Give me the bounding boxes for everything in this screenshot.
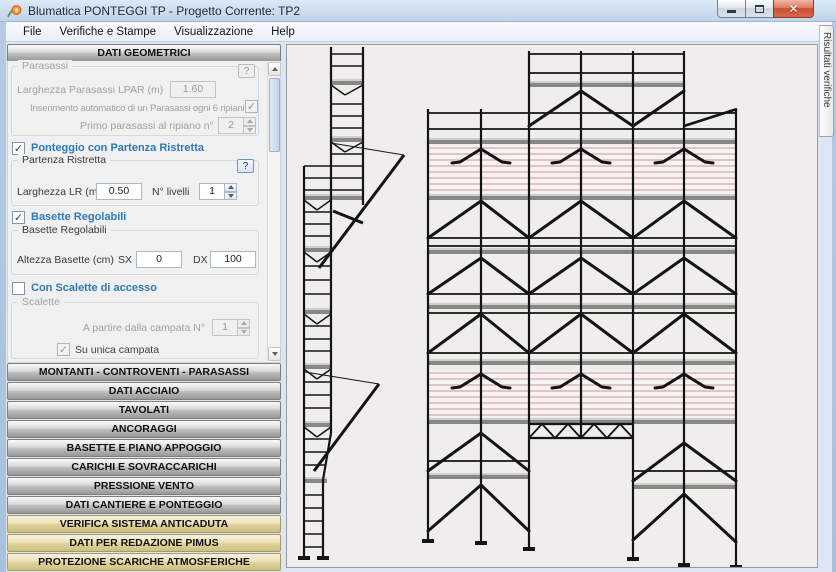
inserimento-automatico-label: Inserimento automatico di un Parasassi o… — [30, 103, 242, 114]
campata-value: 1 — [212, 319, 238, 336]
scalette-accesso-checkbox[interactable] — [12, 282, 25, 295]
primo-parasassi-label: Primo parasassi al ripiano n° — [80, 120, 212, 132]
scroll-up-icon — [272, 67, 278, 71]
larghezza-lr-field[interactable]: 0.50 — [96, 183, 142, 200]
section-verifica-sistema-anticaduta[interactable]: VERIFICA SISTEMA ANTICADUTA — [7, 515, 281, 533]
stepper-up-icon — [244, 117, 256, 126]
scroll-up-button[interactable] — [268, 62, 281, 76]
section-tavolati[interactable]: TAVOLATI — [7, 401, 281, 419]
dx-field[interactable]: 100 — [210, 251, 256, 268]
close-button[interactable]: ✕ — [773, 0, 814, 18]
scrollbar-thumb[interactable] — [269, 78, 280, 152]
scroll-down-button[interactable] — [268, 347, 281, 361]
stepper-down-icon — [244, 126, 256, 135]
section-ancoraggi[interactable]: ANCORAGGI — [7, 420, 281, 438]
section-protezione-scariche-atmosferiche[interactable]: PROTEZIONE SCARICHE ATMOSFERICHE — [7, 553, 281, 571]
group-scalette-label: Scalette — [18, 296, 64, 308]
form-scrollbar[interactable] — [267, 62, 280, 361]
sx-label: SX — [118, 254, 132, 266]
section-basette-e-piano-appoggio[interactable]: BASETTE E PIANO APPOGGIO — [7, 439, 281, 457]
campata-label: A partire dalla campata N° — [60, 322, 205, 334]
minimize-button[interactable] — [717, 0, 746, 18]
tab-risultati-verifiche[interactable]: Risultati verifiche — [819, 25, 834, 137]
stepper-up-icon[interactable] — [225, 183, 237, 192]
sx-field[interactable]: 0 — [136, 251, 182, 268]
altezza-basette-label: Altezza Basette (cm) — [17, 254, 114, 266]
maximize-icon — [755, 5, 764, 13]
app-icon — [7, 4, 22, 19]
primo-parasassi-value: 2 — [218, 117, 244, 134]
section-pressione-vento[interactable]: PRESSIONE VENTO — [7, 477, 281, 495]
su-unica-campata-label: Su unica campata — [75, 344, 159, 356]
section-montanti-controventi-parasassi[interactable]: MONTANTI - CONTROVENTI - PARASASSI — [7, 363, 281, 381]
primo-parasassi-stepper: 2 — [218, 117, 256, 134]
n-livelli-value: 1 — [199, 183, 225, 200]
app-window: Blumatica PONTEGGI TP - Progetto Corrent… — [0, 0, 836, 572]
minimize-icon — [727, 10, 736, 13]
larghezza-lr-label: Larghezza LR (m) — [17, 186, 101, 198]
menu-verifiche-e-stampe[interactable]: Verifiche e Stampe — [51, 24, 166, 40]
scaffold-front-view — [422, 51, 742, 567]
tab-risultati-verifiche-label: Risultati verifiche — [821, 32, 832, 108]
partenza-help-button[interactable]: ? — [237, 159, 254, 173]
su-unica-campata-checkbox: ✓ — [57, 343, 70, 356]
scalette-accesso-checkbox-label[interactable]: Con Scalette di accesso — [31, 282, 157, 294]
menu-file[interactable]: File — [14, 24, 51, 40]
basette-regolabili-checkbox[interactable]: ✓ — [12, 211, 25, 224]
section-dati-per-redazione-pimus[interactable]: DATI PER REDAZIONE PIMUS — [7, 534, 281, 552]
larghezza-parasassi-label: Larghezza Parasassi LPAR (m) — [17, 84, 163, 96]
group-basette-label: Basette Regolabili — [18, 224, 111, 236]
drawing-canvas — [286, 44, 818, 568]
larghezza-parasassi-field: 1.60 — [170, 81, 216, 98]
scaffold-drawing — [287, 45, 817, 567]
campata-stepper: 1 — [212, 319, 250, 336]
inserimento-automatico-checkbox: ✓ — [245, 100, 258, 113]
n-livelli-label: N° livelli — [152, 186, 189, 198]
section-dati-acciaio[interactable]: DATI ACCIAIO — [7, 382, 281, 400]
maximize-button[interactable] — [746, 0, 773, 18]
menu-bar: File Verifiche e Stampe Visualizzazione … — [6, 22, 832, 42]
stepper-down-icon — [238, 328, 250, 337]
section-carichi-e-sovraccarichi[interactable]: CARICHI E SOVRACCARICHI — [7, 458, 281, 476]
scroll-down-icon — [272, 352, 278, 356]
basette-regolabili-checkbox-label[interactable]: Basette Regolabili — [31, 211, 126, 223]
dx-label: DX — [193, 254, 208, 266]
scaffold-side-view — [298, 47, 404, 560]
menu-visualizzazione[interactable]: Visualizzazione — [165, 24, 262, 40]
parasassi-help-button: ? — [238, 64, 255, 78]
group-parasassi-label: Parasassi — [18, 60, 72, 72]
group-partenza-label: Partenza Ristretta — [18, 154, 110, 166]
window-title: Blumatica PONTEGGI TP - Progetto Corrent… — [28, 4, 300, 18]
title-bar: Blumatica PONTEGGI TP - Progetto Corrent… — [0, 0, 836, 22]
window-controls: ✕ — [717, 0, 814, 18]
n-livelli-stepper[interactable]: 1 — [199, 183, 237, 200]
stepper-up-icon — [238, 319, 250, 328]
partenza-ristretta-checkbox-label[interactable]: Ponteggio con Partenza Ristretta — [31, 142, 204, 154]
close-icon: ✕ — [788, 3, 798, 15]
stepper-down-icon[interactable] — [225, 192, 237, 201]
menu-help[interactable]: Help — [262, 24, 304, 40]
section-dati-cantiere-e-ponteggio[interactable]: DATI CANTIERE E PONTEGGIO — [7, 496, 281, 514]
